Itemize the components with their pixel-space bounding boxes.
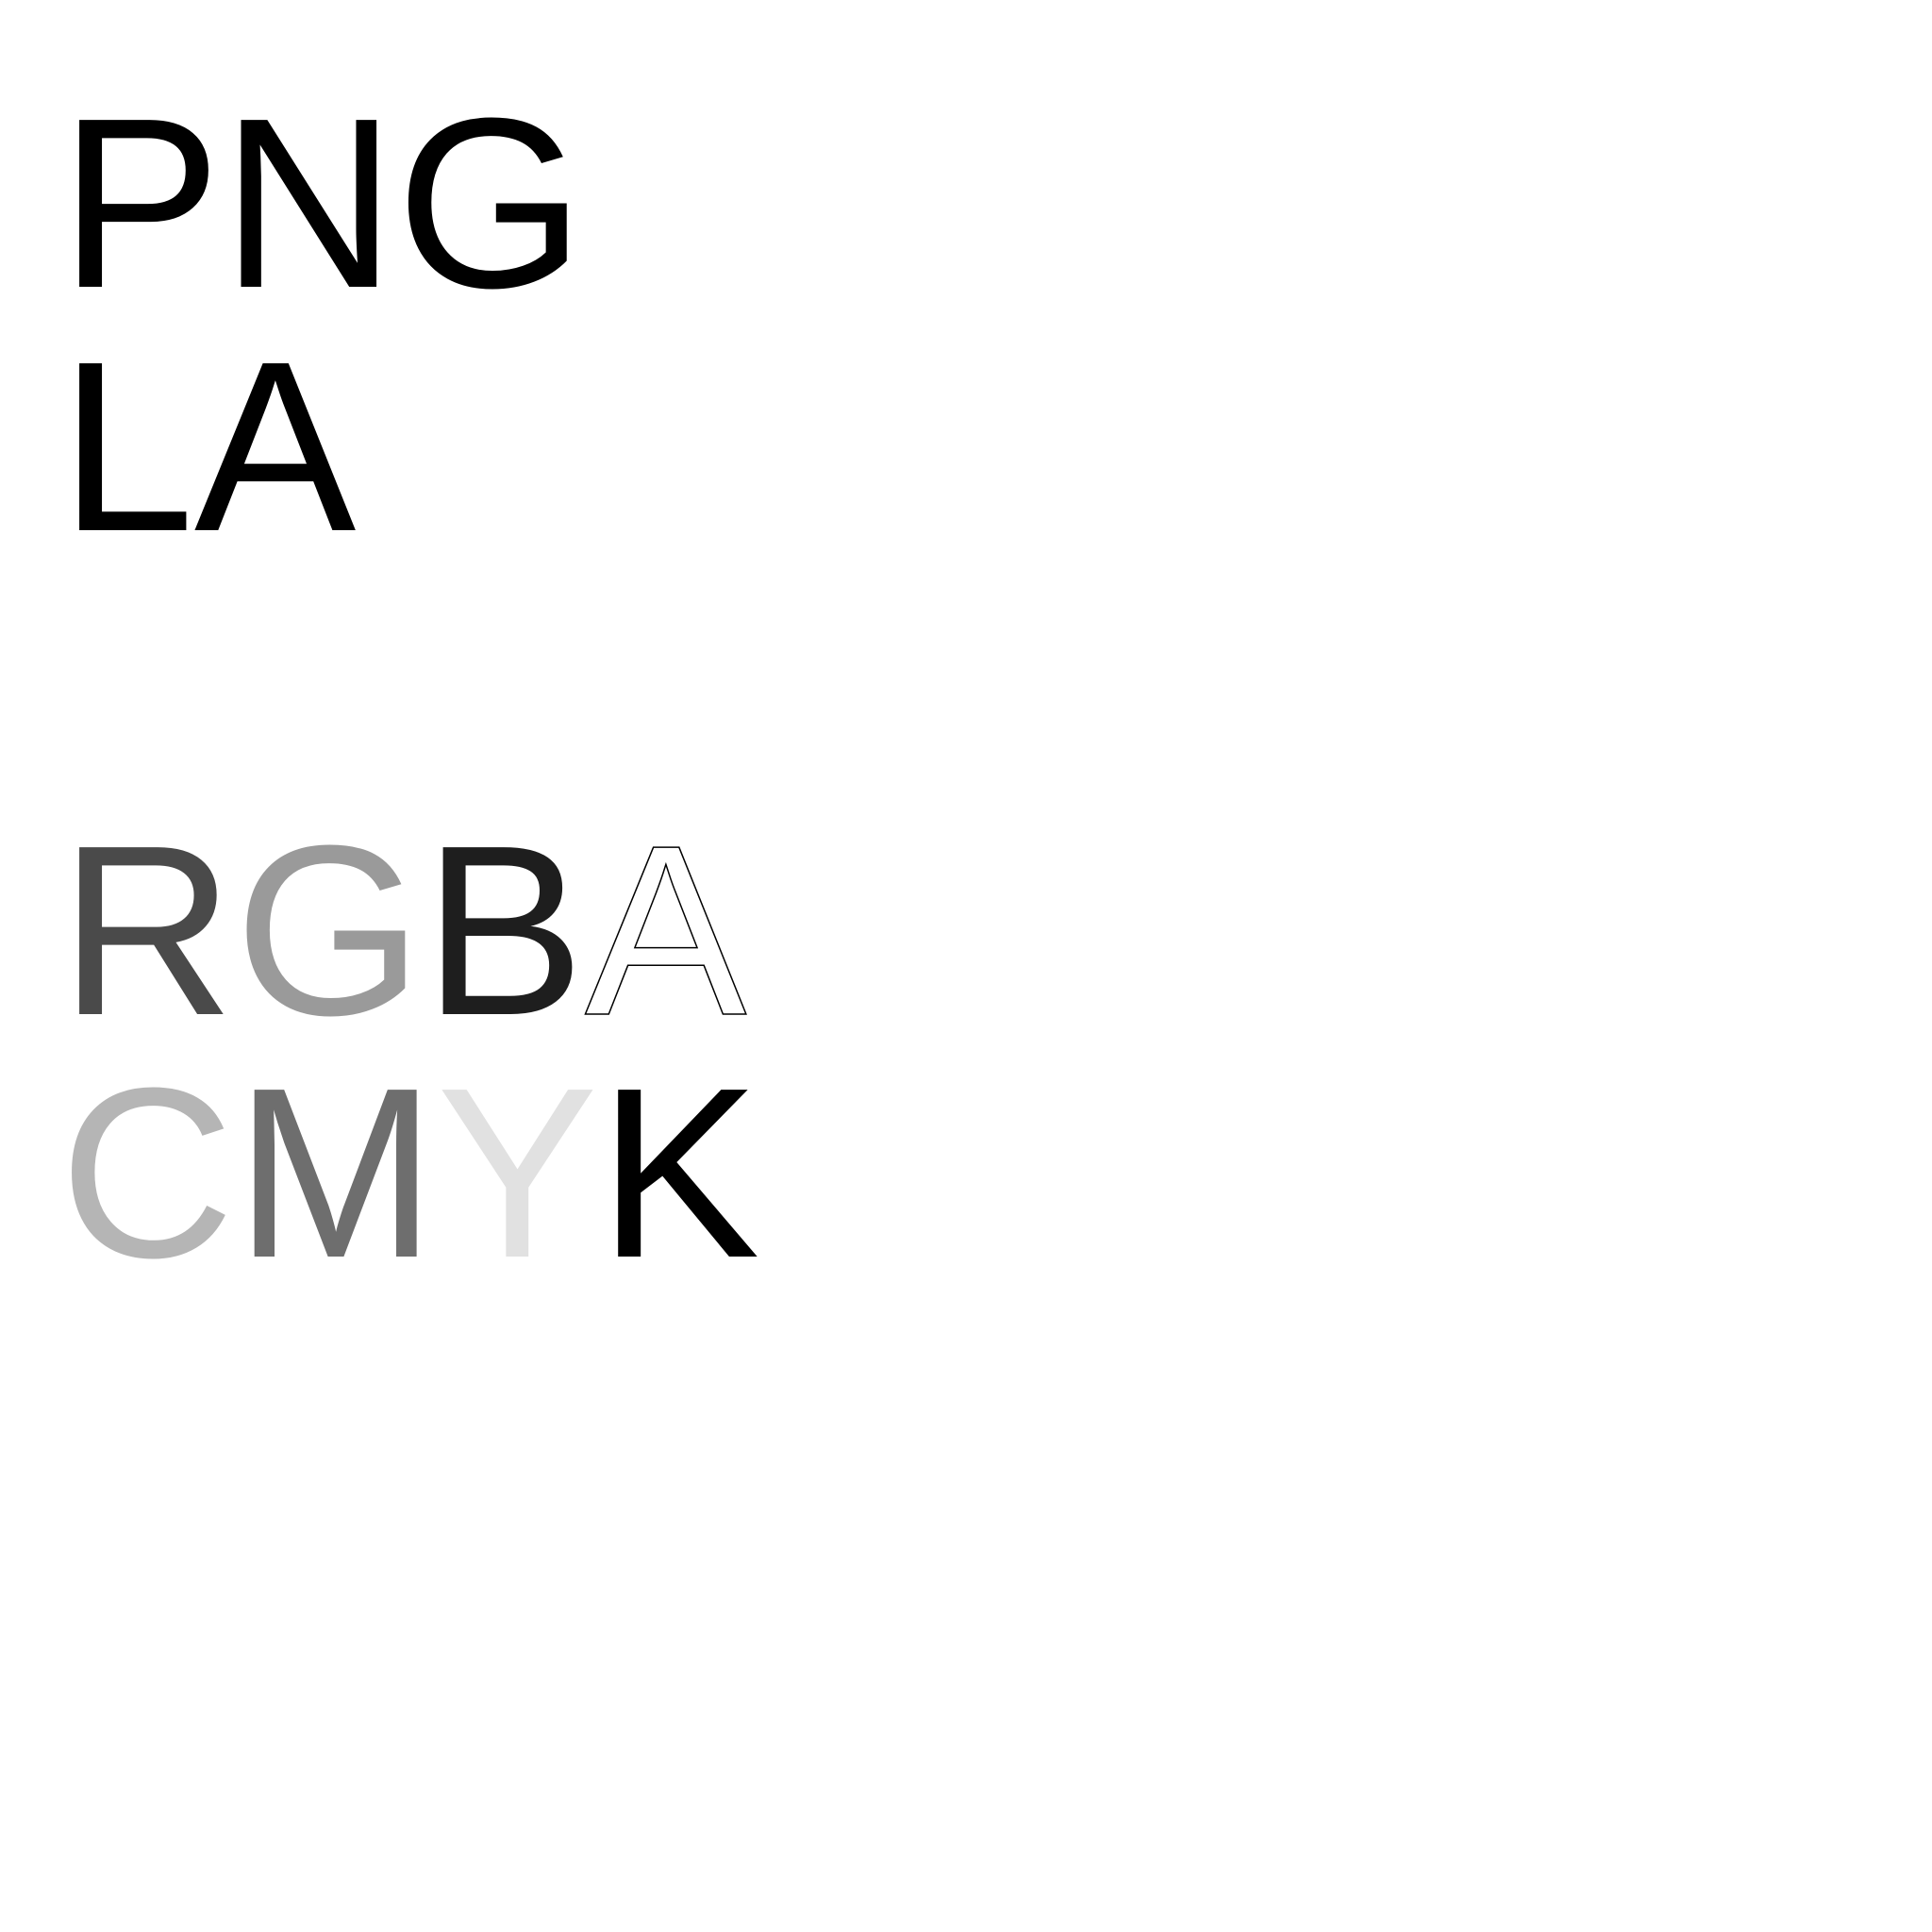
image-canvas: PNG LA RGBA CMYK [0,0,1932,1932]
letter-r: R [59,795,235,1066]
rgba-label: RGBA [59,795,747,1066]
la-label: LA [59,325,356,568]
letter-g: G [234,795,424,1066]
letter-c: C [59,1038,235,1308]
letter-m: M [234,1038,437,1308]
png-label: PNG [59,82,585,325]
letter-y: Y [436,1038,599,1308]
cmyk-label: CMYK [59,1052,760,1294]
la-text: LA [59,311,357,582]
letter-k: K [598,1038,760,1308]
letter-a: A [584,795,747,1066]
letter-b: B [423,795,585,1066]
png-text: PNG [59,68,585,339]
